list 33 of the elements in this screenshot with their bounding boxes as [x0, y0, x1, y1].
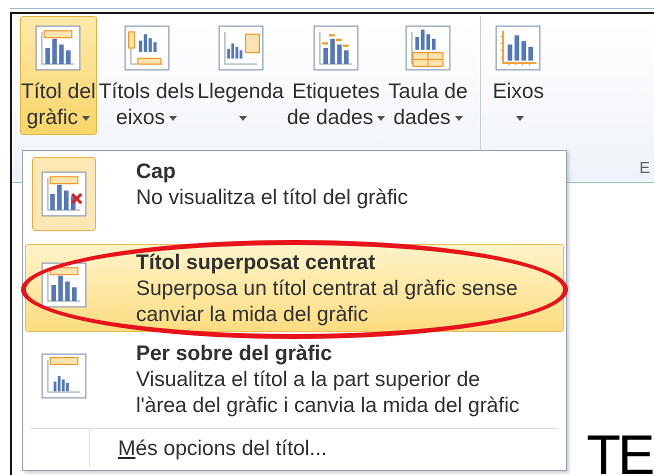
item-description: No visualitza el títol del gràfic [136, 185, 409, 211]
chart-icon [218, 25, 264, 71]
chart-icon [35, 25, 82, 71]
menu-item[interactable]: Per sobre del gràfic Visualitza el títol a la part superior de l'àrea del gràfic i canvia la mida del gràfic [25, 335, 564, 423]
chart-icon [41, 171, 87, 217]
caret-icon [169, 116, 178, 121]
chart-icon [404, 25, 451, 71]
ribbon-button[interactable]: Llegenda [196, 16, 285, 135]
menu-item[interactable]: Cap No visualitza el títol del gràfic [25, 153, 564, 241]
more-options-item[interactable]: Més opcions del títol... [89, 429, 564, 468]
ribbon-button[interactable]: Eixos [492, 16, 546, 135]
ribbon-button[interactable]: Taula de dades [387, 16, 469, 135]
ribbon-button[interactable]: Títol del gràfic [20, 16, 97, 135]
chart-icon [313, 25, 360, 71]
sheet-text: TE [586, 433, 652, 475]
chart-icon [124, 25, 170, 71]
ribbon-button[interactable]: Etiquetes de dades [286, 16, 386, 135]
menu-item[interactable]: Títol superposat centrat Superposa un títol centrat al gràfic sense canviar la mida del gràfic [25, 244, 564, 332]
caret-icon [516, 116, 524, 121]
item-description: Visualitza el títol a la part superior de l'àrea del gràfic i canvia la mida del gràfic [136, 367, 520, 419]
caret-icon [238, 116, 247, 121]
item-title: Títol superposat centrat [136, 250, 376, 276]
caret-icon [454, 116, 463, 121]
chart-icon [41, 262, 87, 308]
item-title: Per sobre del gràfic [136, 341, 334, 367]
group-label: E [639, 160, 651, 179]
item-title: Cap [136, 159, 177, 185]
caret-icon [82, 116, 90, 121]
chart-icon [495, 25, 542, 71]
ribbon-button[interactable]: Títols dels eixos [98, 16, 196, 135]
caret-icon [377, 116, 386, 121]
chart-icon [41, 353, 87, 399]
item-description: Superposa un títol centrat al gràfic sense canviar la mida del gràfic [136, 276, 519, 328]
